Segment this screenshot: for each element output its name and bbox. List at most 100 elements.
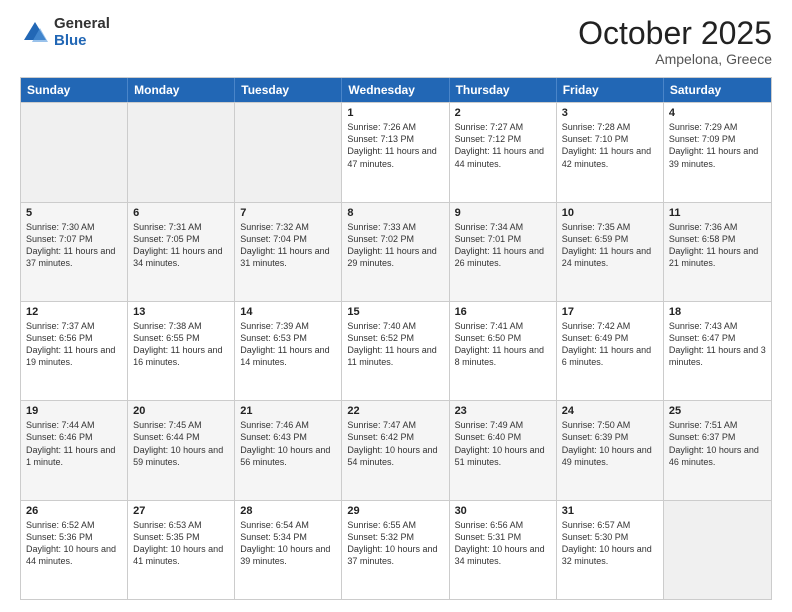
- day-info: Sunrise: 7:43 AM Sunset: 6:47 PM Dayligh…: [669, 320, 766, 369]
- day-number: 15: [347, 306, 443, 318]
- calendar: SundayMondayTuesdayWednesdayThursdayFrid…: [20, 77, 772, 600]
- day-info: Sunrise: 7:32 AM Sunset: 7:04 PM Dayligh…: [240, 221, 336, 270]
- calendar-cell: 25 Sunrise: 7:51 AM Sunset: 6:37 PM Dayli…: [664, 401, 771, 499]
- day-number: 21: [240, 405, 336, 417]
- calendar-cell: [235, 103, 342, 201]
- calendar-cell: [128, 103, 235, 201]
- calendar-header-cell: Sunday: [21, 78, 128, 102]
- title-month: October 2025: [578, 16, 772, 51]
- day-info: Sunrise: 6:52 AM Sunset: 5:36 PM Dayligh…: [26, 519, 122, 568]
- calendar-header-cell: Wednesday: [342, 78, 449, 102]
- day-info: Sunrise: 6:53 AM Sunset: 5:35 PM Dayligh…: [133, 519, 229, 568]
- day-info: Sunrise: 7:39 AM Sunset: 6:53 PM Dayligh…: [240, 320, 336, 369]
- calendar-cell: 11 Sunrise: 7:36 AM Sunset: 6:58 PM Dayli…: [664, 203, 771, 301]
- day-number: 27: [133, 505, 229, 517]
- calendar-cell: 2Sunrise: 7:27 AM Sunset: 7:12 PM Daylig…: [450, 103, 557, 201]
- day-number: 10: [562, 207, 658, 219]
- calendar-cell: 7 Sunrise: 7:32 AM Sunset: 7:04 PM Daylig…: [235, 203, 342, 301]
- day-info: Sunrise: 6:57 AM Sunset: 5:30 PM Dayligh…: [562, 519, 658, 568]
- title-location: Ampelona, Greece: [578, 51, 772, 67]
- calendar-body: 1 Sunrise: 7:26 AM Sunset: 7:13 PM Daylig…: [21, 102, 771, 599]
- day-number: 24: [562, 405, 658, 417]
- day-info: Sunrise: 7:33 AM Sunset: 7:02 PM Dayligh…: [347, 221, 443, 270]
- calendar-cell: 21 Sunrise: 7:46 AM Sunset: 6:43 PM Dayli…: [235, 401, 342, 499]
- calendar-header-cell: Thursday: [450, 78, 557, 102]
- day-info: Sunrise: 7:45 AM Sunset: 6:44 PM Dayligh…: [133, 419, 229, 468]
- day-info: Sunrise: 7:29 AM Sunset: 7:09 PM Dayligh…: [669, 121, 766, 170]
- day-number: 12: [26, 306, 122, 318]
- calendar-cell: [21, 103, 128, 201]
- day-info: Sunrise: 7:42 AM Sunset: 6:49 PM Dayligh…: [562, 320, 658, 369]
- day-info: Sunrise: 7:27 AM Sunset: 7:12 PM Dayligh…: [455, 121, 551, 170]
- day-number: 18: [669, 306, 766, 318]
- calendar-cell: 23Sunrise: 7:49 AM Sunset: 6:40 PM Dayli…: [450, 401, 557, 499]
- calendar-cell: 30Sunrise: 6:56 AM Sunset: 5:31 PM Dayli…: [450, 501, 557, 599]
- calendar-cell: 18 Sunrise: 7:43 AM Sunset: 6:47 PM Dayli…: [664, 302, 771, 400]
- calendar-cell: 29 Sunrise: 6:55 AM Sunset: 5:32 PM Dayli…: [342, 501, 449, 599]
- calendar-header-cell: Friday: [557, 78, 664, 102]
- calendar-cell: 19Sunrise: 7:44 AM Sunset: 6:46 PM Dayli…: [21, 401, 128, 499]
- day-info: Sunrise: 7:44 AM Sunset: 6:46 PM Dayligh…: [26, 419, 122, 468]
- day-info: Sunrise: 7:47 AM Sunset: 6:42 PM Dayligh…: [347, 419, 443, 468]
- calendar-cell: 6 Sunrise: 7:31 AM Sunset: 7:05 PM Daylig…: [128, 203, 235, 301]
- day-number: 11: [669, 207, 766, 219]
- logo-text: General Blue: [54, 16, 110, 49]
- day-info: Sunrise: 7:40 AM Sunset: 6:52 PM Dayligh…: [347, 320, 443, 369]
- calendar-cell: 12 Sunrise: 7:37 AM Sunset: 6:56 PM Dayli…: [21, 302, 128, 400]
- calendar-week: 26 Sunrise: 6:52 AM Sunset: 5:36 PM Dayli…: [21, 500, 771, 599]
- calendar-cell: 27 Sunrise: 6:53 AM Sunset: 5:35 PM Dayli…: [128, 501, 235, 599]
- day-number: 3: [562, 107, 658, 119]
- day-info: Sunrise: 6:55 AM Sunset: 5:32 PM Dayligh…: [347, 519, 443, 568]
- day-number: 26: [26, 505, 122, 517]
- title-block: October 2025 Ampelona, Greece: [578, 16, 772, 67]
- day-number: 1: [347, 107, 443, 119]
- day-info: Sunrise: 7:34 AM Sunset: 7:01 PM Dayligh…: [455, 221, 551, 270]
- day-number: 25: [669, 405, 766, 417]
- calendar-cell: 13 Sunrise: 7:38 AM Sunset: 6:55 PM Dayli…: [128, 302, 235, 400]
- calendar-cell: 16Sunrise: 7:41 AM Sunset: 6:50 PM Dayli…: [450, 302, 557, 400]
- logo: General Blue: [20, 16, 110, 49]
- calendar-cell: 1 Sunrise: 7:26 AM Sunset: 7:13 PM Daylig…: [342, 103, 449, 201]
- calendar-cell: 22Sunrise: 7:47 AM Sunset: 6:42 PM Dayli…: [342, 401, 449, 499]
- calendar-cell: 31 Sunrise: 6:57 AM Sunset: 5:30 PM Dayli…: [557, 501, 664, 599]
- day-number: 29: [347, 505, 443, 517]
- day-info: Sunrise: 7:50 AM Sunset: 6:39 PM Dayligh…: [562, 419, 658, 468]
- calendar-cell: 28 Sunrise: 6:54 AM Sunset: 5:34 PM Dayli…: [235, 501, 342, 599]
- calendar-cell: 5Sunrise: 7:30 AM Sunset: 7:07 PM Daylig…: [21, 203, 128, 301]
- day-info: Sunrise: 7:31 AM Sunset: 7:05 PM Dayligh…: [133, 221, 229, 270]
- day-info: Sunrise: 7:36 AM Sunset: 6:58 PM Dayligh…: [669, 221, 766, 270]
- day-info: Sunrise: 7:46 AM Sunset: 6:43 PM Dayligh…: [240, 419, 336, 468]
- day-number: 17: [562, 306, 658, 318]
- day-number: 31: [562, 505, 658, 517]
- calendar-week: 19Sunrise: 7:44 AM Sunset: 6:46 PM Dayli…: [21, 400, 771, 499]
- day-info: Sunrise: 7:38 AM Sunset: 6:55 PM Dayligh…: [133, 320, 229, 369]
- day-number: 20: [133, 405, 229, 417]
- calendar-cell: 4Sunrise: 7:29 AM Sunset: 7:09 PM Daylig…: [664, 103, 771, 201]
- calendar-header-cell: Monday: [128, 78, 235, 102]
- day-number: 14: [240, 306, 336, 318]
- day-number: 30: [455, 505, 551, 517]
- calendar-cell: 26 Sunrise: 6:52 AM Sunset: 5:36 PM Dayli…: [21, 501, 128, 599]
- day-info: Sunrise: 7:37 AM Sunset: 6:56 PM Dayligh…: [26, 320, 122, 369]
- day-number: 23: [455, 405, 551, 417]
- header: General Blue October 2025 Ampelona, Gree…: [20, 16, 772, 67]
- day-number: 8: [347, 207, 443, 219]
- calendar-header-row: SundayMondayTuesdayWednesdayThursdayFrid…: [21, 78, 771, 102]
- day-number: 13: [133, 306, 229, 318]
- calendar-cell: 20 Sunrise: 7:45 AM Sunset: 6:44 PM Dayli…: [128, 401, 235, 499]
- day-info: Sunrise: 7:26 AM Sunset: 7:13 PM Dayligh…: [347, 121, 443, 170]
- day-info: Sunrise: 7:28 AM Sunset: 7:10 PM Dayligh…: [562, 121, 658, 170]
- day-number: 9: [455, 207, 551, 219]
- calendar-cell: 9 Sunrise: 7:34 AM Sunset: 7:01 PM Daylig…: [450, 203, 557, 301]
- day-number: 6: [133, 207, 229, 219]
- calendar-cell: 17 Sunrise: 7:42 AM Sunset: 6:49 PM Dayli…: [557, 302, 664, 400]
- logo-general-text: General: [54, 16, 110, 33]
- day-info: Sunrise: 6:54 AM Sunset: 5:34 PM Dayligh…: [240, 519, 336, 568]
- day-info: Sunrise: 7:51 AM Sunset: 6:37 PM Dayligh…: [669, 419, 766, 468]
- logo-icon: [20, 18, 50, 48]
- calendar-header-cell: Saturday: [664, 78, 771, 102]
- calendar-week: 1 Sunrise: 7:26 AM Sunset: 7:13 PM Daylig…: [21, 102, 771, 201]
- calendar-header-cell: Tuesday: [235, 78, 342, 102]
- day-number: 28: [240, 505, 336, 517]
- day-number: 7: [240, 207, 336, 219]
